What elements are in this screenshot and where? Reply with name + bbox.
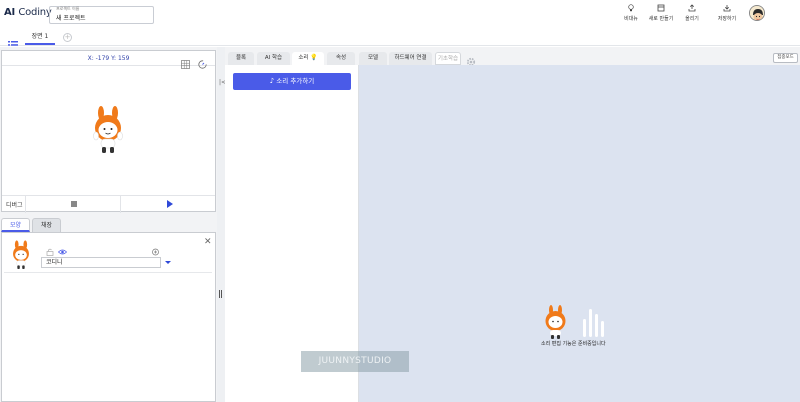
- top-bar: AI Codiny 프로젝트 이름 새 프로젝트 비대뉴 새로 만들기 올리기 …: [0, 0, 800, 30]
- focus-mode-button[interactable]: 집중모드: [773, 53, 798, 63]
- new-project-label: 새로 만들기: [648, 16, 674, 22]
- add-scene-button[interactable]: +: [63, 33, 72, 42]
- stop-icon[interactable]: [71, 201, 77, 207]
- idea-label: 비대뉴: [624, 16, 638, 22]
- close-icon[interactable]: ✕: [204, 238, 212, 247]
- mascot-sprite[interactable]: [90, 106, 126, 158]
- object-card[interactable]: ✕ 코디니: [4, 236, 212, 273]
- sound-placeholder-illustration: [543, 305, 609, 345]
- main-tab-row: 블록 AI 학습 소리 💡 속성 모델 하드웨어 연결 기초학습: [225, 47, 800, 65]
- chevron-down-icon[interactable]: [165, 261, 171, 264]
- add-sound-button[interactable]: ♪ 소리 추가하기: [233, 73, 351, 90]
- scene-bar: 장면 1 +: [0, 30, 800, 49]
- upload-button[interactable]: 올리기: [680, 4, 704, 26]
- footer-divider: [25, 196, 26, 213]
- save-label: 저장하기: [717, 16, 737, 22]
- tab-blocks-main[interactable]: 블록: [228, 52, 254, 65]
- download-icon: [723, 4, 731, 12]
- idea-button[interactable]: 비대뉴: [620, 4, 642, 26]
- music-note-icon: ♪: [269, 77, 275, 85]
- gear-icon[interactable]: [466, 52, 476, 67]
- tab-model[interactable]: 모델: [359, 52, 387, 65]
- stage-header: X: -179 Y: 159: [2, 51, 215, 69]
- app-logo[interactable]: AI Codiny: [4, 7, 52, 18]
- logo-ai: AI: [4, 7, 16, 18]
- stage-footer: 디버그: [2, 195, 215, 213]
- tab-sound[interactable]: 소리 💡: [292, 52, 324, 65]
- logo-codiny: Codiny: [18, 7, 52, 18]
- save-button[interactable]: 저장하기: [714, 4, 740, 26]
- upload-label: 올리기: [685, 16, 699, 22]
- list-icon[interactable]: [8, 34, 18, 49]
- tab-scene-1[interactable]: 장면 1: [25, 31, 55, 45]
- tab-sound-label: 소리: [298, 55, 309, 61]
- speed-icon[interactable]: [198, 54, 207, 73]
- object-thumbnail: [10, 240, 32, 274]
- lightbulb-icon: [627, 4, 635, 12]
- object-panel: ✕ 코디니: [1, 232, 216, 402]
- project-name-value: 새 프로젝트: [56, 15, 86, 22]
- object-name-field[interactable]: 코디니: [41, 257, 161, 268]
- sound-editor: [359, 65, 800, 402]
- tab-attributes[interactable]: 속성: [327, 52, 355, 65]
- lightbulb-icon: 💡: [310, 54, 318, 61]
- tab-blocks[interactable]: 채장: [32, 218, 61, 232]
- new-file-icon: [657, 4, 665, 12]
- tab-hardware-connect[interactable]: 하드웨어 연결: [389, 52, 432, 65]
- add-sound-label: 소리 추가하기: [276, 77, 315, 85]
- grid-icon[interactable]: [181, 54, 190, 73]
- panel-splitter[interactable]: [217, 47, 225, 402]
- upload-icon: [688, 4, 696, 12]
- new-project-button[interactable]: 새로 만들기: [645, 4, 677, 26]
- footer-divider: [120, 196, 121, 213]
- user-avatar[interactable]: [749, 5, 765, 21]
- play-icon[interactable]: [167, 200, 173, 208]
- tab-shape[interactable]: 모양: [1, 218, 30, 232]
- project-name-field[interactable]: 프로젝트 이름 새 프로젝트: [49, 6, 154, 24]
- watermark: JUUNNYSTUDIO: [301, 351, 409, 372]
- sound-editor-message: 소리 편집 기능은 준비중입니다: [541, 341, 606, 347]
- stage-panel: X: -179 Y: 159 디버그: [1, 50, 216, 213]
- drag-handle[interactable]: [219, 290, 222, 298]
- debug-button[interactable]: 디버그: [6, 200, 23, 209]
- object-tabs: 모양 채장: [0, 217, 217, 232]
- tab-basic-learning[interactable]: 기초학습: [435, 52, 461, 65]
- project-name-caption: 프로젝트 이름: [56, 6, 80, 11]
- tab-ai-learning[interactable]: AI 학습: [257, 52, 290, 65]
